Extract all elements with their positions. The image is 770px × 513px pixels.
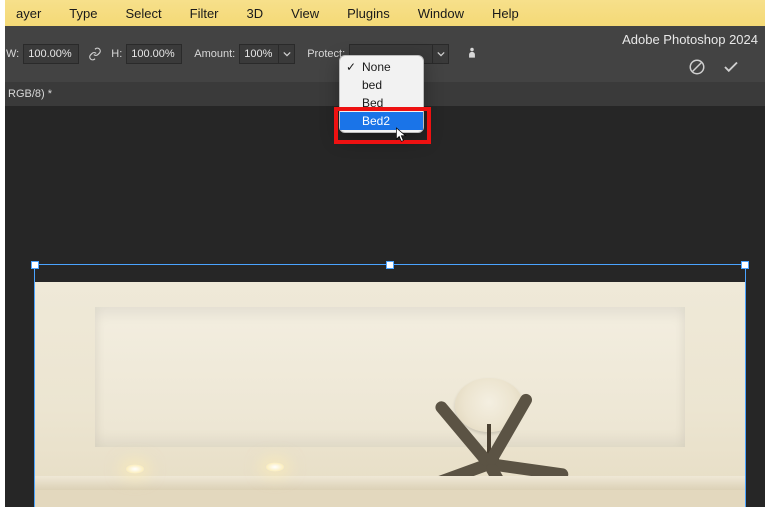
height-input[interactable]: 100.00% (126, 44, 182, 64)
amount-input[interactable]: 100% (239, 44, 279, 64)
cancel-transform-icon[interactable] (688, 58, 706, 81)
document-tab-label: RGB/8) * (8, 88, 52, 100)
menu-select[interactable]: Select (111, 0, 175, 26)
checkmark-icon: ✓ (346, 60, 356, 74)
protect-option-label: bed (362, 78, 382, 92)
width-label: W: (6, 48, 19, 60)
menu-type[interactable]: Type (55, 0, 111, 26)
protect-option-bed-lower[interactable]: bed (340, 76, 423, 94)
menu-layer[interactable]: ayer (2, 0, 55, 26)
protect-dropdown-button[interactable] (433, 44, 449, 64)
protect-option-none[interactable]: ✓ None (340, 58, 423, 76)
protect-option-label: Bed2 (362, 114, 390, 128)
link-aspect-icon[interactable] (85, 44, 105, 64)
protect-option-label: Bed (362, 96, 383, 110)
menu-3d[interactable]: 3D (233, 0, 278, 26)
transform-handle-top-middle[interactable] (386, 261, 394, 269)
transform-handle-top-right[interactable] (741, 261, 749, 269)
amount-label: Amount: (194, 48, 235, 60)
commit-transform-icon[interactable] (722, 58, 740, 81)
menu-view[interactable]: View (277, 0, 333, 26)
amount-dropdown-button[interactable] (279, 44, 295, 64)
transform-handle-top-left[interactable] (31, 261, 39, 269)
width-input[interactable]: 100.00% (23, 44, 79, 64)
app-menubar: ayer Type Select Filter 3D View Plugins … (0, 0, 770, 26)
protect-dropdown-menu: ✓ None bed Bed Bed2 (339, 55, 424, 133)
menu-window[interactable]: Window (404, 0, 478, 26)
protect-option-bed2[interactable]: Bed2 (340, 112, 423, 130)
cursor-icon (395, 126, 409, 149)
menu-filter[interactable]: Filter (176, 0, 233, 26)
protect-option-bed[interactable]: Bed (340, 94, 423, 112)
menu-plugins[interactable]: Plugins (333, 0, 404, 26)
height-label: H: (111, 48, 122, 60)
canvas-area[interactable] (0, 106, 770, 513)
app-title: Adobe Photoshop 2024 (622, 32, 758, 47)
menu-help[interactable]: Help (478, 0, 533, 26)
canvas-image (35, 282, 745, 513)
skin-tone-icon[interactable] (465, 44, 479, 65)
protect-option-label: None (362, 60, 391, 74)
